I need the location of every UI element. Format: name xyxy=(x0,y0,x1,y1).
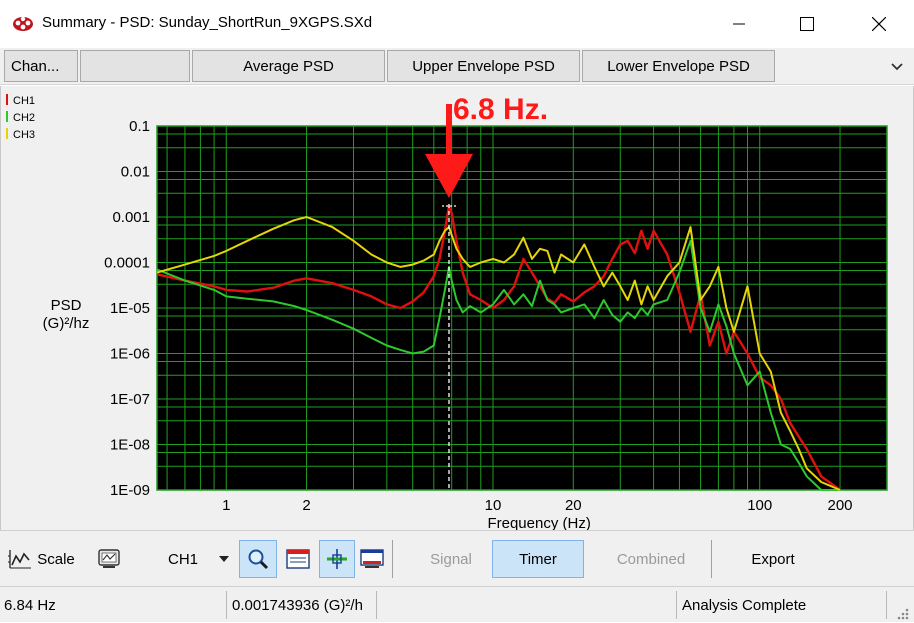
zoom-button[interactable] xyxy=(239,540,277,578)
peak-annotation-label: 6.8 Hz. xyxy=(453,93,549,126)
x-tick-label: 200 xyxy=(828,497,853,514)
minimize-icon xyxy=(733,23,745,25)
legend-label: CH3 xyxy=(13,129,35,141)
status-divider xyxy=(886,591,887,619)
toolbar-separator xyxy=(711,540,712,578)
legend-label: CH2 xyxy=(13,112,35,124)
magnifier-icon xyxy=(248,549,269,570)
y-tick-label: 1E-09 xyxy=(110,482,150,499)
crosshair-cursor-icon xyxy=(327,549,347,569)
y-tick-label: 1E-06 xyxy=(110,346,150,363)
annotation-arrow-shaft xyxy=(445,104,452,156)
signal-button[interactable]: Signal xyxy=(412,540,490,578)
close-button[interactable] xyxy=(856,0,902,48)
export-button[interactable]: Export xyxy=(726,540,820,578)
window-panel-icon xyxy=(286,549,310,569)
x-tick-label: 10 xyxy=(485,497,502,514)
x-tick-label: 100 xyxy=(747,497,772,514)
tab-channels[interactable]: Chan... xyxy=(4,50,78,82)
legend-swatch xyxy=(6,94,8,105)
x-tick-label: 2 xyxy=(302,497,310,514)
app-logo-icon xyxy=(13,16,33,31)
combined-button[interactable]: Combined xyxy=(594,540,708,578)
tab-average-psd[interactable]: Average PSD xyxy=(192,50,385,82)
title-bar: Summary - PSD: Sunday_ShortRun_9XGPS.SXd xyxy=(0,0,914,48)
y-tick-label: 0.001 xyxy=(112,209,150,226)
legend-swatch xyxy=(6,111,8,122)
tab-blank[interactable] xyxy=(80,50,190,82)
monitor-icon xyxy=(360,549,384,568)
y-axis-label: (G)²/hz xyxy=(43,315,90,332)
timer-button[interactable]: Timer xyxy=(492,540,584,578)
x-tick-label: 20 xyxy=(565,497,582,514)
dropdown-arrow-icon xyxy=(219,556,229,562)
y-tick-label: 0.01 xyxy=(121,164,150,181)
toolbar-separator xyxy=(392,540,393,578)
monitor-view-button[interactable] xyxy=(356,542,388,576)
cursor-button[interactable] xyxy=(319,540,355,578)
bottom-toolbar: Scale CH1 Signal Timer Combined Export xyxy=(0,530,914,586)
resize-grip-icon[interactable] xyxy=(894,605,910,621)
y-tick-label: 1E-07 xyxy=(110,391,150,408)
status-frequency: 6.84 Hz xyxy=(4,596,56,614)
legend-label: CH1 xyxy=(13,95,35,107)
status-divider xyxy=(376,591,377,619)
tab-bar: Chan... Average PSD Upper Envelope PSD L… xyxy=(0,48,914,85)
window-title: Summary - PSD: Sunday_ShortRun_9XGPS.SXd xyxy=(42,14,373,31)
scale-icon xyxy=(8,550,32,569)
psd-chart[interactable]: 0.1 0.01 0.001 0.0001 1E-05 1E-06 1E-07 1E-08 1E… xyxy=(1,86,913,530)
legend-swatch xyxy=(6,128,8,139)
status-divider xyxy=(676,591,677,619)
y-tick-label: 1E-05 xyxy=(110,300,150,317)
channel-select-value: CH1 xyxy=(168,550,199,568)
channel-select[interactable]: CH1 xyxy=(152,543,236,575)
monitor-chart-icon xyxy=(98,549,120,568)
chart-panel: 0.1 0.01 0.001 0.0001 1E-05 1E-06 1E-07 1E-08 1E… xyxy=(0,86,914,530)
window-view-button[interactable] xyxy=(280,542,316,576)
chart-view-button[interactable] xyxy=(94,543,124,575)
status-bar: 6.84 Hz 0.001743936 (G)²/h Analysis Comp… xyxy=(0,586,914,622)
scale-label: Scale xyxy=(37,550,75,568)
status-psd-value: 0.001743936 (G)²/h xyxy=(232,596,363,614)
scale-button[interactable]: Scale xyxy=(4,543,78,575)
x-tick-label: 1 xyxy=(222,497,230,514)
tab-upper-envelope-psd[interactable]: Upper Envelope PSD xyxy=(387,50,580,82)
minimize-button[interactable] xyxy=(716,0,762,48)
chevron-down-icon xyxy=(891,63,903,71)
y-tick-label: 0.0001 xyxy=(104,255,150,272)
status-divider xyxy=(226,591,227,619)
x-axis-label: Frequency (Hz) xyxy=(487,515,590,530)
y-tick-label: 0.1 xyxy=(129,118,150,135)
y-axis-label: PSD xyxy=(51,297,82,314)
maximize-icon xyxy=(800,17,814,31)
tab-lower-envelope-psd[interactable]: Lower Envelope PSD xyxy=(582,50,775,82)
status-state: Analysis Complete xyxy=(682,596,807,614)
maximize-button[interactable] xyxy=(784,0,830,48)
tab-scroll-button[interactable] xyxy=(885,54,909,80)
y-tick-label: 1E-08 xyxy=(110,437,150,454)
close-icon xyxy=(872,17,886,31)
